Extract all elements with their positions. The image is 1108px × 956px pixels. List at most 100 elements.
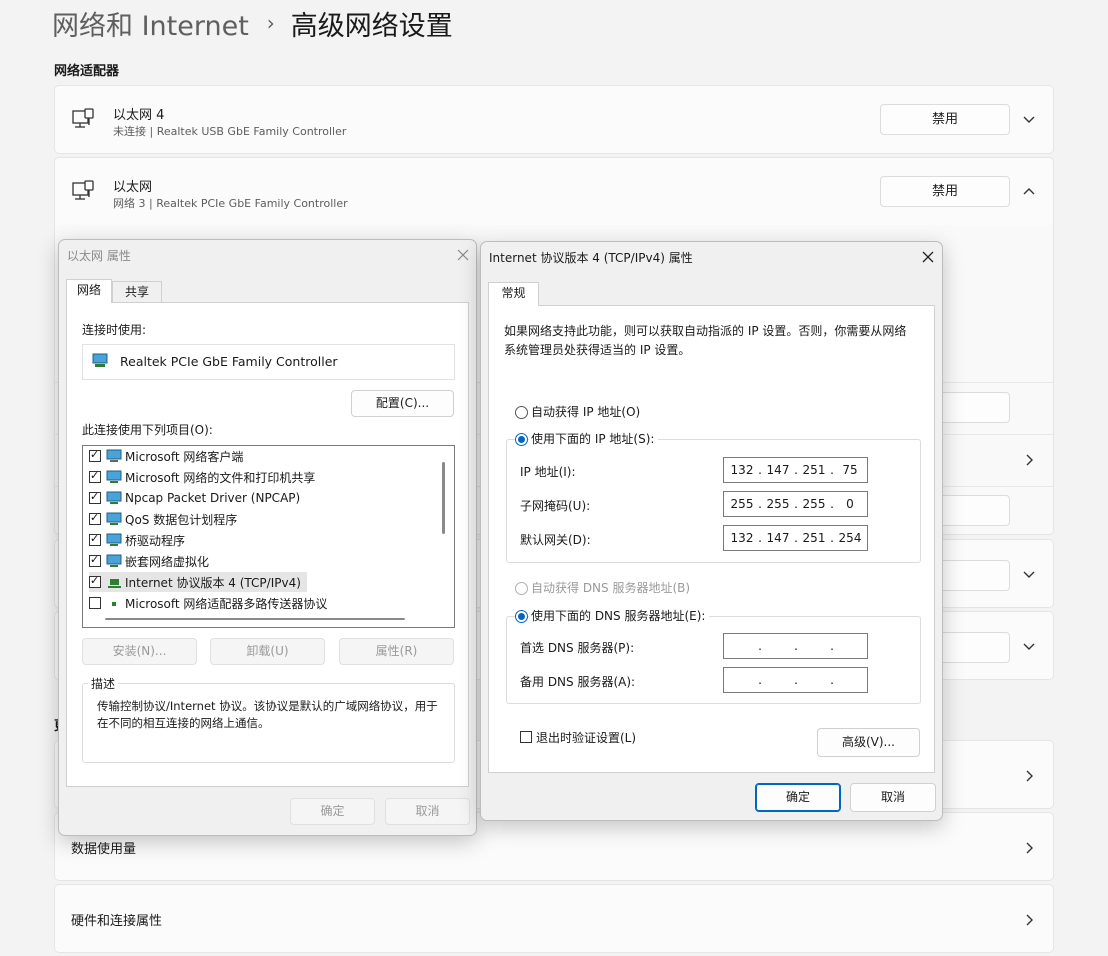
alternate-dns-input[interactable]: ...	[723, 667, 868, 693]
list-item-selected[interactable]: Internet 协议版本 4 (TCP/IPv4)	[89, 572, 307, 592]
network-protocol-icon	[106, 554, 122, 567]
page-title: 高级网络设置	[290, 10, 453, 42]
network-protocol-icon	[112, 602, 116, 606]
preferred-dns-input[interactable]: ...	[723, 633, 868, 659]
list-item-label: Microsoft 网络的文件和打印机共享	[125, 470, 316, 485]
subnet-mask-input[interactable]: 255. 255. 255. 0	[723, 491, 868, 517]
list-item[interactable]: 嵌套网络虚拟化	[89, 551, 209, 571]
gateway-label: 默认网关(D):	[520, 533, 591, 547]
preferred-dns-label: 首选 DNS 服务器(P):	[520, 641, 635, 655]
chevron-up-icon[interactable]	[1021, 184, 1037, 200]
adapter-card-ethernet4[interactable]: 以太网 4 未连接 | Realtek USB GbE Family Contr…	[54, 85, 1054, 154]
chevron-right-icon[interactable]	[1021, 452, 1037, 468]
network-protocol-icon	[108, 579, 121, 588]
breadcrumb-separator-icon: ›	[266, 11, 275, 35]
tab-network[interactable]: 网络	[66, 279, 112, 303]
adapter-card-ethernet[interactable]: 以太网 网络 3 | Realtek PCIe GbE Family Contr…	[54, 157, 1054, 226]
close-icon[interactable]	[920, 249, 936, 265]
chevron-down-icon[interactable]	[1021, 639, 1037, 655]
tab-sharing[interactable]: 共享	[112, 281, 162, 303]
checkbox[interactable]	[89, 448, 101, 462]
list-item[interactable]: Npcap Packet Driver (NPCAP)	[89, 488, 300, 508]
ethernet-icon	[72, 180, 94, 200]
auto-dns-label[interactable]: 自动获得 DNS 服务器地址(B)	[531, 579, 690, 596]
tab-general[interactable]: 常规	[488, 282, 539, 306]
chevron-down-icon[interactable]	[1021, 112, 1037, 128]
list-item-label: QoS 数据包计划程序	[125, 512, 238, 527]
list-item-label: 桥驱动程序	[125, 533, 186, 548]
items-label: 此连接使用下列项目(O):	[82, 423, 213, 437]
row-label: 硬件和连接属性	[71, 914, 163, 929]
list-item-label: Microsoft 网络适配器多路传送器协议	[125, 596, 328, 611]
scrollbar-thumb[interactable]	[105, 618, 405, 620]
vertical-scrollbar[interactable]	[436, 446, 452, 627]
use-dns-label[interactable]: 使用下面的 DNS 服务器地址(E):	[529, 607, 710, 624]
checkbox[interactable]	[89, 574, 101, 588]
ip-octet: 147	[766, 463, 790, 477]
network-service-icon	[106, 512, 122, 525]
install-button[interactable]: 安装(N)...	[82, 638, 197, 665]
use-ip-label[interactable]: 使用下面的 IP 地址(S):	[529, 430, 659, 447]
disable-button[interactable]: 禁用	[880, 176, 1010, 207]
cancel-button[interactable]: 取消	[385, 798, 470, 825]
ip-octet: 255	[730, 497, 754, 511]
components-list[interactable]: Microsoft 网络客户端 Microsoft 网络的文件和打印机共享 Np…	[82, 445, 455, 628]
ip-octet: 254	[838, 531, 862, 545]
horizontal-scrollbar[interactable]	[83, 611, 454, 627]
ip-octet: 255	[766, 497, 790, 511]
ok-button[interactable]: 确定	[290, 798, 375, 825]
gateway-input[interactable]: 132. 147. 251. 254	[723, 525, 868, 551]
auto-ip-label[interactable]: 自动获得 IP 地址(O)	[531, 403, 640, 420]
adapter-status: 未连接 | Realtek USB GbE Family Controller	[113, 125, 347, 138]
list-item-label: 嵌套网络虚拟化	[125, 554, 210, 569]
network-protocol-icon	[106, 491, 122, 504]
list-item[interactable]: Microsoft 网络适配器多路传送器协议	[89, 593, 327, 613]
row-label: 数据使用量	[71, 842, 137, 857]
cancel-button[interactable]: 取消	[850, 783, 936, 812]
configure-button[interactable]: 配置(C)...	[351, 390, 454, 417]
tab-page-general: 如果网络支持此功能，则可以获取自动指派的 IP 设置。否则，你需要从网络系统管理…	[488, 305, 935, 773]
list-item[interactable]: Microsoft 网络客户端	[89, 446, 243, 466]
use-ip-radio[interactable]	[515, 433, 528, 446]
scrollbar-thumb[interactable]	[442, 462, 445, 534]
list-item[interactable]: 桥驱动程序	[89, 530, 185, 550]
list-item-label: Internet 协议版本 4 (TCP/IPv4)	[125, 575, 301, 590]
auto-ip-radio[interactable]	[515, 406, 528, 419]
properties-button[interactable]: 属性(R)	[339, 638, 454, 665]
ok-button[interactable]: 确定	[755, 783, 841, 812]
uninstall-button[interactable]: 卸载(U)	[210, 638, 325, 665]
close-icon[interactable]	[455, 247, 471, 263]
ip-octet: 251	[802, 531, 826, 545]
list-item[interactable]: Microsoft 网络的文件和打印机共享	[89, 467, 315, 487]
ethernet-properties-dialog: 以太网 属性 网络 共享 连接时使用: Realtek PCIe GbE Fam…	[58, 239, 477, 836]
validate-label[interactable]: 退出时验证设置(L)	[536, 729, 636, 746]
chevron-right-icon	[1026, 770, 1033, 782]
checkbox[interactable]	[89, 532, 101, 546]
dialog-title: Internet 协议版本 4 (TCP/IPv4) 属性	[489, 251, 693, 265]
checkbox[interactable]	[89, 511, 101, 525]
list-item[interactable]: QoS 数据包计划程序	[89, 509, 237, 529]
checkbox[interactable]	[89, 597, 101, 609]
advanced-button[interactable]: 高级(V)...	[817, 728, 920, 757]
adapter-status: 网络 3 | Realtek PCIe GbE Family Controlle…	[113, 197, 348, 210]
section-title: 网络适配器	[54, 64, 120, 79]
validate-checkbox[interactable]	[520, 731, 532, 743]
chevron-down-icon[interactable]	[1021, 567, 1037, 583]
chevron-right-icon	[1026, 842, 1033, 854]
ipv4-properties-dialog: Internet 协议版本 4 (TCP/IPv4) 属性 常规 如果网络支持此…	[480, 241, 943, 821]
checkbox[interactable]	[89, 553, 101, 567]
ip-address-input[interactable]: 132. 147. 251. 75	[723, 457, 868, 483]
auto-dns-radio[interactable]	[515, 582, 528, 595]
description-title: 描述	[88, 675, 119, 692]
dialog-title: 以太网 属性	[67, 249, 131, 263]
use-dns-radio[interactable]	[515, 610, 528, 623]
disable-button[interactable]: 禁用	[880, 104, 1010, 135]
adapter-field: Realtek PCIe GbE Family Controller	[82, 344, 455, 380]
breadcrumb-parent[interactable]: 网络和 Internet	[52, 4, 249, 43]
adapter-name: 以太网 4	[113, 108, 165, 123]
ip-octet: 132	[730, 463, 754, 477]
intro-text: 如果网络支持此功能，则可以获取自动指派的 IP 设置。否则，你需要从网络系统管理…	[504, 324, 907, 357]
checkbox[interactable]	[89, 469, 101, 483]
checkbox[interactable]	[89, 490, 101, 504]
hardware-properties-row[interactable]: 硬件和连接属性	[54, 884, 1054, 953]
